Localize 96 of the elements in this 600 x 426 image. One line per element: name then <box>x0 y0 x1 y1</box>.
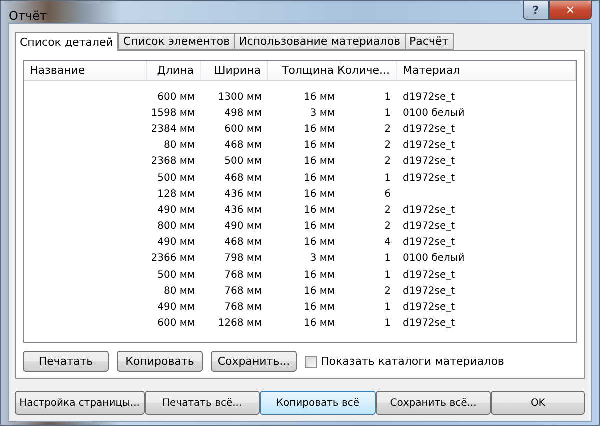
table-cell-text: 16 мм <box>303 236 336 250</box>
window-title: Отчёт <box>9 9 47 23</box>
table-cell-text: d1972se_t <box>402 172 456 186</box>
help-button[interactable]: ? <box>523 1 549 20</box>
table-cell-text: 16 мм <box>303 268 336 283</box>
table-cell-text: 468 мм <box>224 172 263 186</box>
table-cell-text: d1972se_t <box>402 220 456 234</box>
table-cell-text: d1972se_t <box>402 268 456 283</box>
table-cell-text: 6 <box>384 188 392 202</box>
table-cell-text: 2384 мм <box>150 122 196 137</box>
table-cell-text: d1972se_t <box>402 155 456 170</box>
column-header[interactable]: Длина <box>147 61 201 81</box>
footer-button[interactable]: Настройка страницы... <box>15 391 145 415</box>
table-cell-text: 490 мм <box>156 204 196 218</box>
panel-button[interactable]: Сохранить... <box>211 351 297 372</box>
tab[interactable]: Список элементов <box>118 33 236 50</box>
footer-button[interactable]: Печатать всё... <box>144 391 260 415</box>
table-cell-text: 1 <box>384 268 392 283</box>
table-cell-text: 16 мм <box>303 204 336 218</box>
table-cell-text: 468 мм <box>224 139 263 154</box>
checkbox[interactable] <box>305 356 317 368</box>
table-cell-text: 768 мм <box>224 268 263 283</box>
table-cell-text: 1 <box>384 317 392 332</box>
table-cell-text: d1972se_t <box>402 301 456 316</box>
close-button[interactable]: ✕ <box>549 1 592 20</box>
table-cell-text: 498 мм <box>224 106 263 121</box>
table-cell-text: d1972se_t <box>402 204 456 218</box>
panel-button[interactable]: Копировать <box>117 351 203 372</box>
table-cell-text: 16 мм <box>303 139 336 154</box>
table-cell-text: 1 <box>384 172 392 186</box>
table-cell-text: 80 мм <box>163 139 196 154</box>
table-cell-text: 0100 белый <box>402 106 466 121</box>
table-cell-text: 490 мм <box>156 301 196 316</box>
column-header[interactable]: Количе... <box>341 61 397 81</box>
table-cell-text: 16 мм <box>303 220 336 234</box>
tab[interactable]: Использование материалов <box>234 33 406 50</box>
table-cell-text: 490 мм <box>224 220 263 234</box>
footer-button[interactable]: Копировать всё <box>260 391 376 415</box>
table-cell-text: d1972se_t <box>402 236 456 250</box>
table-cell-text: 80 мм <box>163 284 196 299</box>
table-cell-text: 16 мм <box>303 188 336 202</box>
column-header[interactable]: Материал <box>397 61 576 81</box>
panel-button[interactable]: Печатать <box>23 351 109 372</box>
table-cell-text: 798 мм <box>224 252 263 266</box>
table-cell-text: 500 мм <box>224 155 263 170</box>
footer-button[interactable]: Сохранить всё... <box>376 391 492 415</box>
footer-button[interactable]: OK <box>491 391 585 415</box>
table-cell-text: d1972se_t <box>402 317 456 332</box>
table-cell-text: 1 <box>384 90 392 105</box>
table-cell-text: 2 <box>384 155 392 170</box>
table-cell-text: 16 мм <box>303 155 336 170</box>
table-cell-text: 2 <box>384 284 392 299</box>
tab[interactable]: Список деталей <box>15 32 118 51</box>
table-cell-text: 600 мм <box>156 317 196 332</box>
table-cell-text: 2 <box>384 204 392 218</box>
table-cell-text: 436 мм <box>224 188 263 202</box>
table-cell-text: 16 мм <box>303 284 336 299</box>
table-cell-text: 3 мм <box>309 252 336 266</box>
table-cell-text: 1300 мм <box>217 90 263 105</box>
column-header[interactable]: Название <box>24 61 147 81</box>
table-cell-text: d1972se_t <box>402 139 456 154</box>
table-cell-text: d1972se_t <box>402 122 456 137</box>
table-cell-text: 2 <box>384 139 392 154</box>
table-cell-text: 4 <box>384 236 392 250</box>
table-cell-text: 16 мм <box>303 301 336 316</box>
table-cell-text: 16 мм <box>303 90 336 105</box>
table-cell-text: 0100 белый <box>402 252 466 266</box>
table-cell-text: 16 мм <box>303 172 336 186</box>
table-cell-text: 468 мм <box>224 236 263 250</box>
table-cell-text: 2 <box>384 220 392 234</box>
table-cell-text: 768 мм <box>224 284 263 299</box>
table-cell-text: 1598 мм <box>150 106 196 121</box>
table-cell-text: 500 мм <box>156 268 196 283</box>
table-cell-text: 3 мм <box>309 106 336 121</box>
table-cell-text: d1972se_t <box>402 90 456 105</box>
table-cell-text: 800 мм <box>156 220 196 234</box>
checkbox-label: Показать каталоги материалов <box>321 355 504 368</box>
table-cell-text: 1 <box>384 301 392 316</box>
table-cell-text: 128 мм <box>156 188 196 202</box>
table-cell-text: 768 мм <box>224 301 263 316</box>
table-cell-text: 500 мм <box>156 172 196 186</box>
table-cell-text: 2368 мм <box>150 155 196 170</box>
table-cell-text: 1 <box>384 252 392 266</box>
table-cell-text: 490 мм <box>156 236 196 250</box>
tab[interactable]: Расчёт <box>404 33 454 50</box>
table-cell-text: 16 мм <box>303 122 336 137</box>
table-cell-text: 600 мм <box>224 122 263 137</box>
table-cell-text: 2366 мм <box>150 252 196 266</box>
table-cell-text: 1268 мм <box>217 317 263 332</box>
table-cell-text: 436 мм <box>224 204 263 218</box>
column-header[interactable]: Ширина <box>201 61 268 81</box>
table-cell-text: 600 мм <box>156 90 196 105</box>
table-cell-text: 16 мм <box>303 317 336 332</box>
table-cell-text: d1972se_t <box>402 284 456 299</box>
table-cell-text: 2 <box>384 122 392 137</box>
table-cell-text: 1 <box>384 106 392 121</box>
